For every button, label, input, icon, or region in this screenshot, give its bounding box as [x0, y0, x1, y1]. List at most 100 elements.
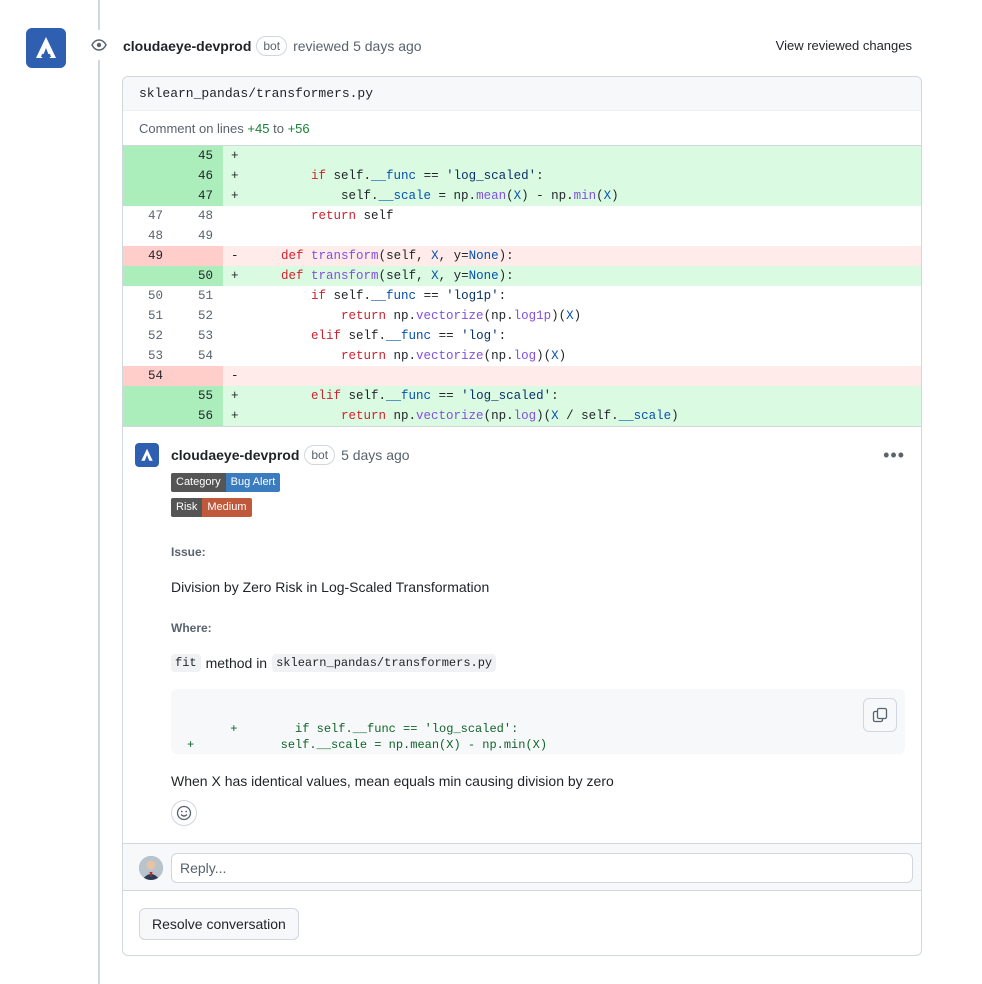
- old-line-number[interactable]: 52: [123, 326, 173, 346]
- old-line-number[interactable]: 48: [123, 226, 173, 246]
- comment-time[interactable]: 5 days ago: [341, 447, 410, 463]
- new-line-number[interactable]: 55: [173, 386, 223, 406]
- risk-label-key: Risk: [171, 498, 203, 517]
- new-line-number[interactable]: 54: [173, 346, 223, 366]
- review-action: reviewed: [293, 38, 350, 54]
- diff-marker: +: [223, 146, 245, 166]
- old-line-number[interactable]: 49: [123, 246, 173, 266]
- diff-code: def transform(self, X, y=None):: [245, 246, 921, 266]
- eye-icon: [84, 30, 114, 60]
- new-line-number[interactable]: 49: [173, 226, 223, 246]
- diff-marker: +: [223, 266, 245, 286]
- diff-marker: -: [223, 246, 245, 266]
- to-word: to: [273, 120, 284, 136]
- comment-author[interactable]: cloudaeye-devprod: [171, 447, 299, 463]
- diff-code: return self: [311, 209, 394, 223]
- new-line-number[interactable]: [173, 246, 223, 266]
- suggestion-code-block: + if self.__func == 'log_scaled': + self…: [171, 689, 905, 754]
- diff-marker: [223, 326, 245, 346]
- resolve-conversation-button[interactable]: Resolve conversation: [139, 908, 299, 940]
- diff-line[interactable]: 50 + def transform(self, X, y=None):: [123, 266, 921, 286]
- category-label-key: Category: [171, 473, 226, 492]
- reviewer-avatar[interactable]: [26, 28, 66, 68]
- diff-line[interactable]: 55 + elif self.__func == 'log_scaled':: [123, 386, 921, 406]
- diff-line[interactable]: 51 52 return np.vectorize(np.log1p)(X): [123, 306, 921, 326]
- new-line-number[interactable]: 56: [173, 406, 223, 426]
- diff-code: return np.vectorize(np.log)(X / self.__s…: [245, 406, 921, 426]
- diff-code: [245, 366, 921, 386]
- diff-line[interactable]: 50 51 if self.__func == 'log1p':: [123, 286, 921, 306]
- old-line-number[interactable]: [123, 186, 173, 206]
- kebab-horizontal-icon[interactable]: •••: [883, 445, 905, 466]
- file-path[interactable]: sklearn_pandas/transformers.py: [139, 86, 373, 101]
- new-line-number[interactable]: 46: [173, 166, 223, 186]
- smiley-icon[interactable]: [171, 800, 197, 826]
- issue-heading: Issue:: [171, 545, 206, 559]
- diff-line[interactable]: 47 48 return self: [123, 206, 921, 226]
- diff-marker: +: [223, 406, 245, 426]
- code-block-text: + if self.__func == 'log_scaled': + self…: [187, 722, 548, 752]
- comment-header: cloudaeye-devprod bot 5 days ago: [171, 443, 905, 467]
- new-line-number[interactable]: 52: [173, 306, 223, 326]
- line-end: +56: [287, 120, 310, 136]
- review-author[interactable]: cloudaeye-devprod: [123, 38, 251, 54]
- old-line-number[interactable]: 50: [123, 286, 173, 306]
- diff-line[interactable]: 46 + if self.__func == 'log_scaled':: [123, 166, 921, 186]
- old-line-number[interactable]: [123, 266, 173, 286]
- explanation-text: When X has identical values, mean equals…: [171, 773, 614, 789]
- copy-icon[interactable]: [863, 698, 897, 732]
- reply-input[interactable]: Reply...: [171, 853, 913, 883]
- review-time[interactable]: 5 days ago: [353, 38, 422, 54]
- diff-code: [245, 146, 921, 166]
- line-start: +45: [247, 120, 270, 136]
- issue-text: Division by Zero Risk in Log-Scaled Tran…: [171, 579, 490, 595]
- diff-marker: +: [223, 186, 245, 206]
- category-label: Category Bug Alert: [171, 473, 905, 492]
- old-line-number[interactable]: 53: [123, 346, 173, 366]
- old-line-number[interactable]: 47: [123, 206, 173, 226]
- diff-line[interactable]: 56 + return np.vectorize(np.log)(X / self…: [123, 406, 921, 426]
- old-line-number[interactable]: [123, 166, 173, 186]
- diff-marker: [223, 226, 245, 246]
- new-line-number[interactable]: 48: [173, 206, 223, 226]
- where-heading: Where:: [171, 621, 212, 635]
- diff-table: 45 +46 + if self.__func == 'log_scaled': 47…: [123, 146, 921, 426]
- diff-marker: [223, 286, 245, 306]
- new-line-number[interactable]: 51: [173, 286, 223, 306]
- old-line-number[interactable]: 51: [123, 306, 173, 326]
- new-line-number[interactable]: 50: [173, 266, 223, 286]
- diff-line[interactable]: 52 53 elif self.__func == 'log':: [123, 326, 921, 346]
- reply-area: Reply...: [123, 843, 921, 891]
- bot-badge: bot: [256, 36, 288, 56]
- diff-marker: [223, 306, 245, 326]
- diff-code: elif self.__func == 'log':: [311, 329, 507, 343]
- diff-line[interactable]: 54 -: [123, 366, 921, 386]
- new-line-number[interactable]: 53: [173, 326, 223, 346]
- diff-line[interactable]: 48 49: [123, 226, 921, 246]
- diff-line[interactable]: 47 + self.__scale = np.mean(X) - np.min(X…: [123, 186, 921, 206]
- view-reviewed-changes-button[interactable]: View reviewed changes: [776, 36, 912, 56]
- diff-line[interactable]: 45 +: [123, 146, 921, 166]
- comment-author-avatar[interactable]: [135, 443, 159, 467]
- diff-marker: [223, 206, 245, 226]
- new-line-number[interactable]: 47: [173, 186, 223, 206]
- new-line-number[interactable]: 45: [173, 146, 223, 166]
- review-comment: cloudaeye-devprod bot 5 days ago ••• Cat…: [123, 426, 921, 843]
- file-path-header[interactable]: sklearn_pandas/transformers.py: [123, 77, 921, 111]
- user-avatar[interactable]: [139, 856, 163, 880]
- review-header: cloudaeye-devprod bot reviewed 5 days ag…: [123, 36, 422, 56]
- old-line-number[interactable]: 54: [123, 366, 173, 386]
- comment-lines-range: Comment on lines +45 to +56: [123, 111, 921, 146]
- old-line-number[interactable]: [123, 406, 173, 426]
- diff-line[interactable]: 53 54 return np.vectorize(np.log)(X): [123, 346, 921, 366]
- diff-code: if self.__func == 'log_scaled':: [245, 166, 921, 186]
- bot-badge: bot: [304, 445, 336, 465]
- old-line-number[interactable]: [123, 146, 173, 166]
- old-line-number[interactable]: [123, 386, 173, 406]
- diff-marker: -: [223, 366, 245, 386]
- cloudaeye-logo-icon: [141, 448, 153, 461]
- diff-code: [245, 226, 921, 246]
- diff-line[interactable]: 49 - def transform(self, X, y=None):: [123, 246, 921, 266]
- where-code-file: sklearn_pandas/transformers.py: [272, 654, 497, 672]
- new-line-number[interactable]: [173, 366, 223, 386]
